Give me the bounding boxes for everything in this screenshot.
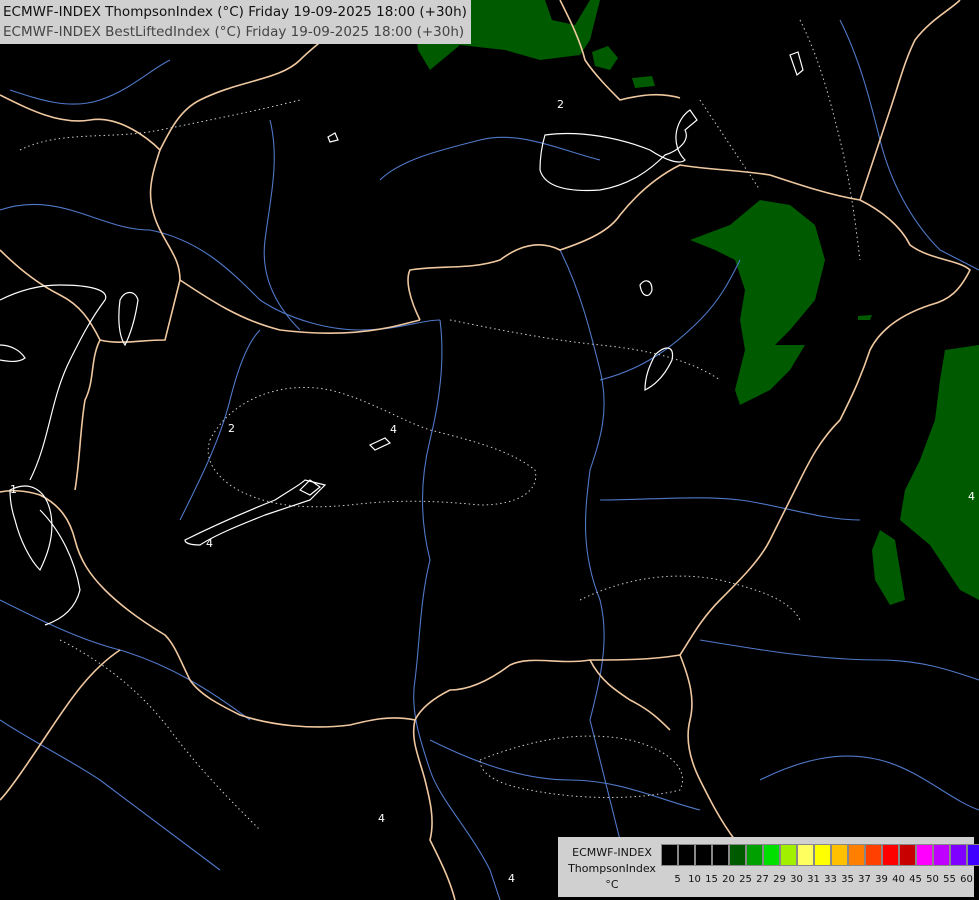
legend-tick-label: 31 xyxy=(807,874,820,885)
legend-tick-label: 5 xyxy=(674,874,681,885)
legend-tick-label: 27 xyxy=(756,874,769,885)
legend-swatches xyxy=(661,844,979,866)
legend-swatch xyxy=(916,844,933,866)
legend-tick-label: 35 xyxy=(841,874,854,885)
legend-swatch xyxy=(797,844,814,866)
legend-swatch xyxy=(814,844,831,866)
contour-label: 4 xyxy=(508,872,515,885)
contour-label: 4 xyxy=(968,490,975,503)
legend-swatch xyxy=(729,844,746,866)
legend-tick-label: 39 xyxy=(875,874,888,885)
legend-tick-label: 55 xyxy=(943,874,956,885)
legend-parameter: ThompsonIndex xyxy=(568,862,656,875)
legend-swatch xyxy=(763,844,780,866)
contour-label: 2 xyxy=(228,422,235,435)
contour-label: 2 xyxy=(557,98,564,111)
legend-swatch xyxy=(950,844,967,866)
legend-swatch xyxy=(780,844,797,866)
contour-label: 4 xyxy=(378,812,385,825)
legend-swatch xyxy=(712,844,729,866)
legend-tick-label: 50 xyxy=(926,874,939,885)
legend-tick-label: 15 xyxy=(705,874,718,885)
legend-swatch xyxy=(967,844,979,866)
legend-swatch xyxy=(695,844,712,866)
legend-tick-spacer xyxy=(661,874,669,885)
legend-swatch xyxy=(865,844,882,866)
legend-swatch xyxy=(899,844,916,866)
legend-tick-label: 25 xyxy=(739,874,752,885)
contour-label: 4 xyxy=(390,423,397,436)
legend-swatch xyxy=(848,844,865,866)
map-title-box: ECMWF-INDEX ThompsonIndex (°C) Friday 19… xyxy=(0,0,471,44)
legend-tick-label: 20 xyxy=(722,874,735,885)
legend-tick-label: 60 xyxy=(960,874,973,885)
legend-ticks: 5 10 15 20 25 27 29 30 31 33 35 37 39 40 45 50 55 60 xyxy=(661,874,975,885)
legend-model: ECMWF-INDEX xyxy=(572,846,652,859)
weather-map: 2 2 4 4 4 1 4 4 xyxy=(0,0,979,900)
contour-label: 1 xyxy=(10,483,17,496)
legend-tick-label: 45 xyxy=(909,874,922,885)
thompson-area-north-speck xyxy=(632,76,655,88)
title-thompson-index: ECMWF-INDEX ThompsonIndex (°C) Friday 19… xyxy=(3,4,467,20)
legend-tick-label: 33 xyxy=(824,874,837,885)
legend-tick-label: 40 xyxy=(892,874,905,885)
title-best-lifted-index: ECMWF-INDEX BestLiftedIndex (°C) Friday … xyxy=(3,24,465,40)
legend-tick-label: 37 xyxy=(858,874,871,885)
legend-swatch xyxy=(678,844,695,866)
legend-tick-label: 30 xyxy=(790,874,803,885)
color-legend: ECMWF-INDEX ThompsonIndex °C 5 10 15 20 25 27… xyxy=(558,837,979,897)
legend-swatch xyxy=(933,844,950,866)
legend-swatch xyxy=(882,844,899,866)
legend-swatch xyxy=(746,844,763,866)
legend-unit: °C xyxy=(605,878,619,891)
legend-swatch xyxy=(661,844,678,866)
legend-swatch xyxy=(831,844,848,866)
contour-label: 4 xyxy=(206,537,213,550)
legend-tick-label: 10 xyxy=(688,874,701,885)
legend-tick-label: 29 xyxy=(773,874,786,885)
